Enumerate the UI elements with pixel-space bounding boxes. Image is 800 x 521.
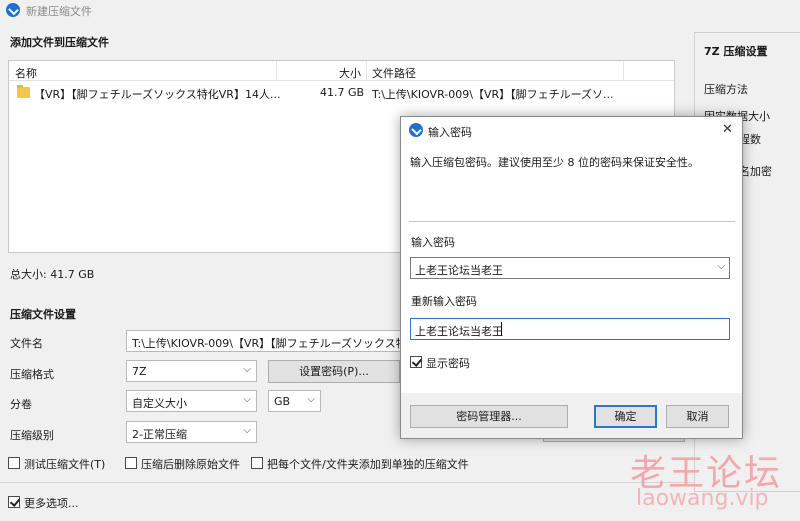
level-label: 压缩级别 bbox=[10, 429, 54, 442]
level-select[interactable]: 2-正常压缩 ⌵ bbox=[126, 421, 257, 443]
column-divider[interactable] bbox=[366, 61, 367, 81]
volume-unit: GB bbox=[274, 395, 291, 408]
file-path: T:\上传\KIOVR-009\【VR】【脚フェチルーズソ... bbox=[372, 88, 614, 101]
column-divider[interactable] bbox=[623, 61, 624, 81]
confirm-password-label: 重新输入密码 bbox=[411, 295, 477, 308]
more-options-label: 更多选项... bbox=[24, 497, 79, 510]
level-value: 2-正常压缩 bbox=[132, 428, 187, 441]
cancel-button[interactable]: 取消 bbox=[666, 405, 729, 428]
filename-input[interactable]: T:\上传\KIOVR-009\【VR】【脚フェチルーズソックス特化 bbox=[126, 330, 416, 352]
column-header-size[interactable]: 大小 bbox=[339, 65, 361, 81]
settings-section-title: 压缩文件设置 bbox=[10, 308, 76, 321]
7z-settings-title: 7Z 压缩设置 bbox=[704, 45, 768, 58]
file-name: 【VR】【脚フェチルーズソックス特化VR】14人... bbox=[34, 88, 281, 101]
checkbox-box[interactable] bbox=[8, 457, 20, 469]
format-label: 压缩格式 bbox=[10, 368, 54, 381]
dialog-button-bar: 密码管理器... 确定 取消 bbox=[401, 393, 742, 438]
volume-value: 自定义大小 bbox=[132, 397, 187, 410]
separate-archives-label: 把每个文件/文件夹添加到单独的压缩文件 bbox=[267, 458, 469, 471]
column-divider[interactable] bbox=[276, 61, 277, 81]
chevron-down-icon: ⌵ bbox=[243, 425, 251, 436]
format-value: 7Z bbox=[132, 365, 147, 378]
chevron-down-icon: ⌵ bbox=[243, 364, 251, 375]
checkbox-box[interactable] bbox=[410, 356, 422, 368]
column-header-path[interactable]: 文件路径 bbox=[372, 65, 416, 81]
ok-button[interactable]: 确定 bbox=[594, 405, 657, 428]
text-cursor bbox=[501, 322, 502, 336]
file-size: 41.7 GB bbox=[320, 86, 365, 99]
dialog-title-bar: 输入密码 ✕ bbox=[401, 117, 742, 143]
dialog-description: 输入压缩包密码。建议使用至少 8 位的密码来保证安全性。 bbox=[410, 156, 699, 169]
confirm-password-value: 上老王论坛当老王 bbox=[415, 325, 503, 338]
delete-after-label: 压缩后删除原始文件 bbox=[141, 458, 240, 471]
confirm-password-input[interactable]: 上老王论坛当老王 bbox=[410, 318, 730, 340]
volume-size-select[interactable]: 自定义大小 ⌵ bbox=[126, 390, 257, 412]
dialog-title: 输入密码 bbox=[428, 126, 472, 139]
close-icon[interactable]: ✕ bbox=[722, 122, 733, 137]
folder-icon bbox=[17, 85, 30, 98]
watermark-url: laowang.vip bbox=[636, 486, 769, 511]
show-password-label: 显示密码 bbox=[426, 357, 470, 370]
format-select[interactable]: 7Z ⌵ bbox=[126, 360, 257, 382]
chevron-down-icon[interactable]: ⌵ bbox=[717, 261, 725, 272]
chevron-down-icon: ⌵ bbox=[307, 394, 315, 405]
checkbox-box[interactable] bbox=[251, 457, 263, 469]
password-value: 上老王论坛当老王 bbox=[415, 264, 503, 277]
app-logo-icon bbox=[6, 3, 20, 17]
encrypt-names-label[interactable]: 名加密 bbox=[739, 163, 772, 179]
filename-label: 文件名 bbox=[10, 337, 43, 350]
volume-label: 分卷 bbox=[10, 398, 32, 411]
file-row[interactable]: 【VR】【脚フェチルーズソックス特化VR】14人... 41.7 GB T:\上… bbox=[9, 82, 674, 102]
checkbox-box[interactable] bbox=[125, 457, 137, 469]
divider bbox=[409, 221, 735, 222]
password-dialog: 输入密码 ✕ 输入压缩包密码。建议使用至少 8 位的密码来保证安全性。 输入密码… bbox=[400, 116, 743, 439]
filename-value: T:\上传\KIOVR-009\【VR】【脚フェチルーズソックス特化 bbox=[132, 337, 410, 350]
column-header-name[interactable]: 名称 bbox=[15, 65, 37, 81]
password-input[interactable]: 上老王论坛当老王 ⌵ bbox=[410, 257, 730, 279]
title-bar: 新建压缩文件 bbox=[0, 0, 800, 22]
checkbox-box[interactable] bbox=[8, 496, 20, 508]
password-manager-button[interactable]: 密码管理器... bbox=[410, 405, 568, 428]
add-section-title: 添加文件到压缩文件 bbox=[10, 36, 109, 49]
total-size: 总大小: 41.7 GB bbox=[10, 268, 95, 281]
chevron-down-icon: ⌵ bbox=[243, 394, 251, 405]
set-password-button[interactable]: 设置密码(P)... bbox=[268, 360, 400, 383]
compression-method-label[interactable]: 压缩方法 bbox=[704, 81, 748, 97]
file-list-header: 名称 大小 文件路径 bbox=[9, 61, 674, 81]
test-archive-label: 测试压缩文件(T) bbox=[24, 458, 106, 471]
window-title: 新建压缩文件 bbox=[26, 5, 92, 18]
app-logo-icon bbox=[409, 123, 423, 137]
volume-unit-select[interactable]: GB ⌵ bbox=[268, 390, 321, 412]
password-label: 输入密码 bbox=[411, 236, 455, 249]
